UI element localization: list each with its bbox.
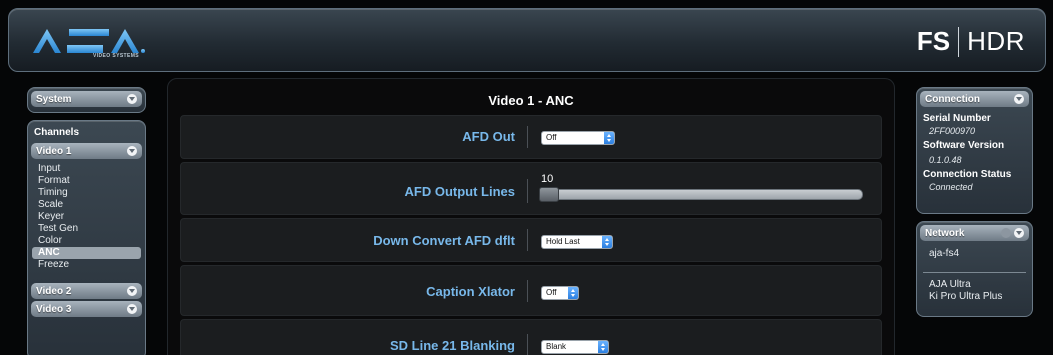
select-arrows-icon — [568, 287, 578, 299]
select-arrows-icon — [598, 341, 608, 353]
page-title: Video 1 - ANC — [488, 93, 574, 108]
down-convert-row: Down Convert AFD dflt Hold Last — [180, 218, 882, 262]
slider-handle[interactable] — [539, 187, 559, 202]
nav-item-anc[interactable]: ANC — [32, 247, 141, 259]
nav-item-format[interactable]: Format — [32, 175, 141, 187]
video3-header[interactable]: Video 3 — [31, 301, 142, 317]
afd-out-value: Off — [546, 133, 557, 142]
afd-out-label: AFD Out — [462, 129, 515, 144]
afd-lines-label: AFD Output Lines — [404, 184, 516, 199]
caption-label: Caption Xlator — [426, 284, 515, 299]
down-convert-label: Down Convert AFD dflt — [373, 233, 515, 248]
main-panel: Video 1 - ANC AFD Out Off AFD Output Lin… — [167, 78, 895, 355]
chevron-down-icon[interactable] — [127, 286, 137, 296]
row-divider — [527, 280, 528, 302]
refresh-icon[interactable] — [1001, 228, 1011, 238]
system-label: System — [36, 93, 72, 105]
chevron-down-icon[interactable] — [127, 146, 137, 156]
row-divider — [527, 334, 528, 355]
connection-panel: Connection Serial Number 2FF000970 Softw… — [916, 87, 1033, 214]
status-value: Connected — [929, 182, 973, 192]
sd-line-row: SD Line 21 Blanking Blank — [180, 319, 882, 355]
system-panel: System — [27, 87, 146, 113]
channels-label: Channels — [34, 127, 80, 138]
network-device-1[interactable]: aja-fs4 — [921, 248, 1028, 260]
afd-out-select[interactable]: Off — [541, 131, 615, 145]
nav-item-timing[interactable]: Timing — [32, 187, 141, 199]
select-arrows-icon — [604, 132, 614, 144]
connection-label: Connection — [925, 93, 980, 105]
sd-line-label: SD Line 21 Blanking — [390, 338, 515, 353]
afd-out-row: AFD Out Off — [180, 115, 882, 159]
logo-subtitle: VIDEO SYSTEMS — [93, 53, 140, 59]
network-panel: Network aja-fs4 AJA Ultra Ki Pro Ultra P… — [916, 221, 1033, 317]
nav-item-scale[interactable]: Scale — [32, 199, 141, 211]
video1-label: Video 1 — [36, 145, 72, 157]
afd-lines-slider[interactable] — [541, 189, 863, 200]
network-header[interactable]: Network — [920, 225, 1029, 241]
sd-line-select[interactable]: Blank — [541, 340, 609, 354]
row-divider — [527, 179, 528, 203]
nav-item-color[interactable]: Color — [32, 235, 141, 247]
nav-item-test-gen[interactable]: Test Gen — [32, 223, 141, 235]
afd-lines-row: AFD Output Lines 10 — [180, 162, 882, 215]
serial-label: Serial Number — [923, 113, 991, 124]
chevron-down-icon[interactable] — [1014, 228, 1024, 238]
channels-panel: Channels Video 1 Input Format Timing Sca… — [27, 120, 146, 355]
product-name: FS HDR — [917, 26, 1025, 57]
caption-value: Off — [546, 288, 557, 297]
product-fs: FS — [916, 26, 951, 56]
network-controls — [1001, 228, 1024, 238]
serial-value: 2FF000970 — [929, 126, 976, 136]
network-device-2[interactable]: AJA Ultra — [921, 279, 1028, 291]
row-divider — [527, 126, 528, 148]
app-header: VIDEO SYSTEMS FS HDR — [8, 8, 1046, 72]
product-separator — [958, 26, 960, 57]
down-convert-select[interactable]: Hold Last — [541, 235, 613, 249]
nav-item-keyer[interactable]: Keyer — [32, 211, 141, 223]
afd-lines-value: 10 — [541, 173, 554, 185]
connection-info: Serial Number 2FF000970 Software Version… — [917, 113, 1032, 193]
nav-item-freeze[interactable]: Freeze — [32, 259, 141, 271]
software-value: 0.1.0.48 — [929, 155, 962, 165]
select-arrows-icon — [602, 236, 612, 248]
chevron-down-icon[interactable] — [127, 304, 137, 314]
caption-select[interactable]: Off — [541, 286, 579, 300]
video2-label: Video 2 — [36, 285, 72, 297]
chevron-down-icon[interactable] — [127, 94, 137, 104]
chevron-down-icon[interactable] — [1014, 94, 1024, 104]
video1-menu: Input Format Timing Scale Keyer Test Gen… — [28, 163, 145, 271]
software-label: Software Version — [923, 140, 1005, 151]
down-convert-value: Hold Last — [546, 237, 580, 246]
status-label: Connection Status — [923, 169, 1012, 180]
row-divider — [527, 229, 528, 251]
system-header[interactable]: System — [31, 91, 142, 107]
network-label: Network — [925, 227, 965, 239]
connection-header[interactable]: Connection — [920, 91, 1029, 107]
network-device-3[interactable]: Ki Pro Ultra Plus — [921, 291, 1028, 303]
caption-row: Caption Xlator Off — [180, 265, 882, 316]
product-hdr: HDR — [967, 26, 1025, 56]
video3-label: Video 3 — [36, 303, 72, 315]
nav-item-input[interactable]: Input — [32, 163, 141, 175]
video2-header[interactable]: Video 2 — [31, 283, 142, 299]
video1-header[interactable]: Video 1 — [31, 143, 142, 159]
sd-line-value: Blank — [546, 342, 567, 351]
network-divider — [923, 272, 1026, 273]
